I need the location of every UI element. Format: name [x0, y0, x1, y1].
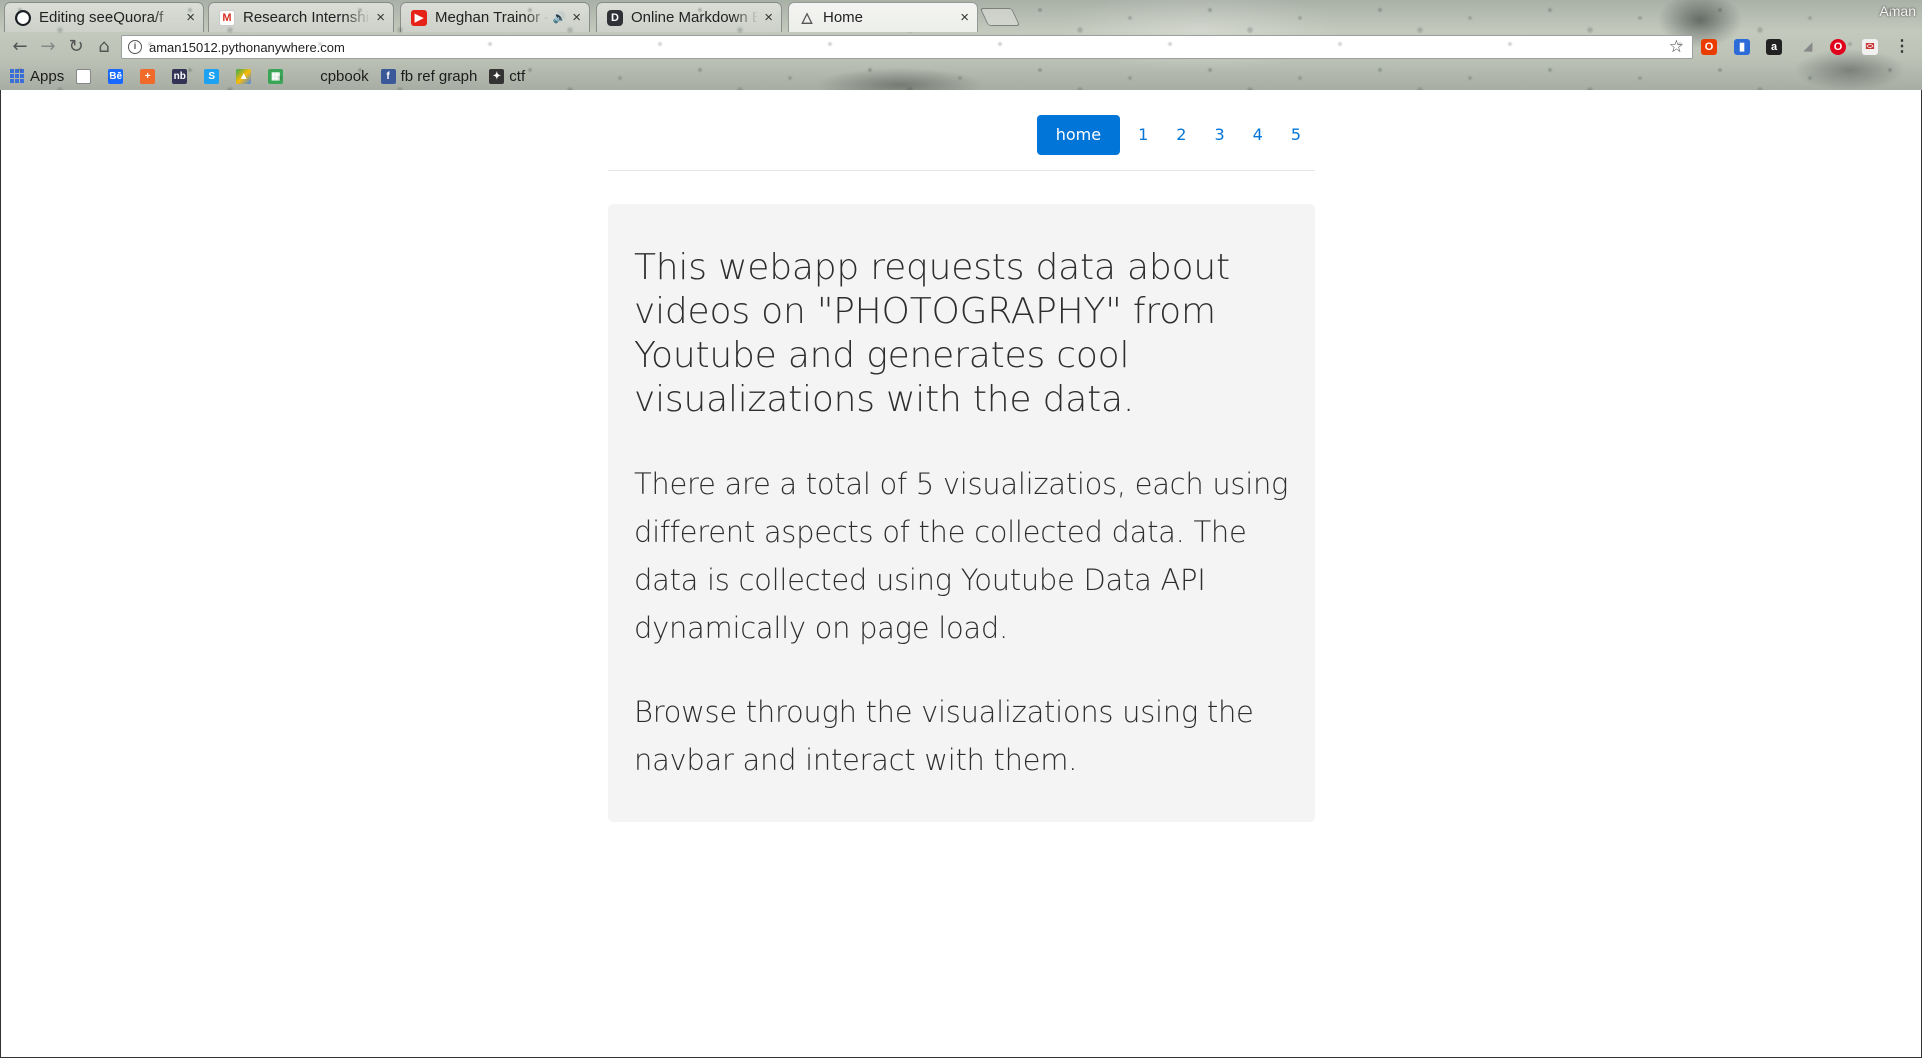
header-divider: [608, 170, 1315, 171]
blank-icon: [300, 69, 315, 84]
bookmark-page[interactable]: [76, 68, 96, 84]
home-icon[interactable]: ⌂: [92, 36, 116, 58]
tab-github[interactable]: ⬤ Editing seeQuora/f ×: [4, 2, 204, 32]
tab-home[interactable]: △ Home ×: [788, 2, 978, 32]
jumbotron-heading: This webapp requests data about videos o…: [634, 247, 1230, 420]
office-icon[interactable]: O: [1701, 39, 1717, 55]
tab-title: Online Markdown E: [631, 9, 759, 26]
new-tab-button[interactable]: [979, 8, 1021, 26]
pill-navbar: home 1 2 3 4 5: [1036, 115, 1315, 155]
browser-chrome: ⬤ Editing seeQuora/f × M Research Intern…: [0, 0, 1922, 90]
nav-5[interactable]: 5: [1277, 115, 1315, 155]
gmail-icon: M: [219, 9, 235, 26]
reload-icon[interactable]: ↻: [64, 36, 88, 58]
nb-icon: nb: [172, 68, 188, 84]
bookmark-ctf[interactable]: ✦ ctf: [489, 68, 525, 85]
bookmark-s[interactable]: S: [204, 68, 224, 84]
jumbotron: This webapp requests data about videos o…: [608, 204, 1315, 822]
tab-title: Meghan Trainor -: [435, 9, 549, 26]
amazon-icon[interactable]: a: [1766, 39, 1782, 55]
sheets-icon: ▦: [268, 68, 284, 84]
nav-1[interactable]: 1: [1124, 115, 1162, 155]
address-bar[interactable]: i aman15012.pythonanywhere.com ☆: [121, 35, 1693, 59]
tab-youtube[interactable]: ▶ Meghan Trainor - 🔊 ×: [400, 2, 590, 32]
bookmark-label: fb ref graph: [400, 67, 478, 85]
bookmark-plus[interactable]: +: [140, 68, 160, 84]
behance-icon: Bē: [108, 68, 124, 84]
bookmark-nb[interactable]: nb: [172, 68, 192, 84]
close-icon[interactable]: ×: [764, 9, 773, 26]
tab-title: Research Internshi: [243, 9, 369, 26]
pocket-icon[interactable]: ✉: [1862, 39, 1878, 55]
page-icon: [76, 68, 92, 84]
nav-2[interactable]: 2: [1162, 115, 1200, 155]
bookmark-label: ctf: [509, 67, 526, 85]
menu-icon[interactable]: ⋮: [1894, 39, 1910, 55]
profile-name[interactable]: Aman: [1879, 3, 1916, 19]
triangle-icon: △: [801, 9, 813, 25]
drive-icon: ▲: [236, 68, 252, 84]
bookmark-label: cpbook: [320, 67, 369, 85]
s-icon: S: [204, 68, 220, 84]
extension-icon[interactable]: ◢: [1800, 39, 1816, 55]
tab-gmail[interactable]: M Research Internshi ×: [208, 2, 394, 32]
page-content: home 1 2 3 4 5 This webapp requests data…: [0, 90, 1922, 1058]
tab-title: Editing seeQuora/f: [39, 9, 164, 26]
plus-icon: +: [140, 68, 156, 84]
forward-arrow-icon[interactable]: →: [36, 36, 60, 58]
youtube-icon: ▶: [411, 9, 427, 26]
bookmark-cpbook[interactable]: cpbook: [300, 68, 368, 85]
close-icon[interactable]: ×: [960, 9, 969, 26]
opera-icon[interactable]: O: [1830, 39, 1846, 55]
bookmark-drive[interactable]: ▲: [236, 68, 256, 84]
bookmark-star-icon[interactable]: ☆: [1669, 37, 1684, 57]
bookmark-apps[interactable]: Apps: [10, 68, 64, 85]
bookmarks-bar: Apps Bē + nb S ▲ ▦ cpbook f fb ref graph…: [0, 62, 1922, 90]
facebook-icon: f: [380, 68, 396, 84]
nav-home[interactable]: home: [1036, 115, 1121, 155]
audio-icon[interactable]: 🔊: [553, 11, 567, 24]
bookmark-sheets[interactable]: ▦: [268, 68, 288, 84]
tab-markdown[interactable]: D Online Markdown E ×: [596, 2, 782, 32]
apps-grid-icon: [10, 69, 24, 83]
close-icon[interactable]: ×: [186, 9, 195, 26]
jumbotron-description: There are a total of 5 visualizatios, ea…: [634, 467, 1289, 645]
bookmark-label: Apps: [30, 67, 65, 85]
tab-title: Home: [823, 9, 864, 26]
close-icon[interactable]: ×: [376, 9, 385, 26]
bookmark-ext-icon[interactable]: ▮: [1734, 39, 1750, 55]
nav-4[interactable]: 4: [1239, 115, 1277, 155]
github-icon: ⬤: [15, 9, 31, 26]
back-arrow-icon[interactable]: ←: [8, 36, 32, 58]
url-text[interactable]: aman15012.pythonanywhere.com: [149, 40, 1669, 55]
dillinger-icon: D: [607, 9, 623, 26]
ctf-icon: ✦: [489, 68, 505, 84]
info-icon[interactable]: i: [128, 40, 142, 54]
tab-strip: ⬤ Editing seeQuora/f × M Research Intern…: [0, 0, 1922, 32]
bookmark-behance[interactable]: Bē: [108, 68, 128, 84]
bookmark-fb-ref-graph[interactable]: f fb ref graph: [380, 67, 478, 85]
close-icon[interactable]: ×: [572, 9, 581, 26]
toolbar: ← → ↻ ⌂ i aman15012.pythonanywhere.com ☆…: [0, 32, 1922, 62]
nav-3[interactable]: 3: [1200, 115, 1238, 155]
jumbotron-instructions: Browse through the visualizations using …: [634, 695, 1254, 777]
